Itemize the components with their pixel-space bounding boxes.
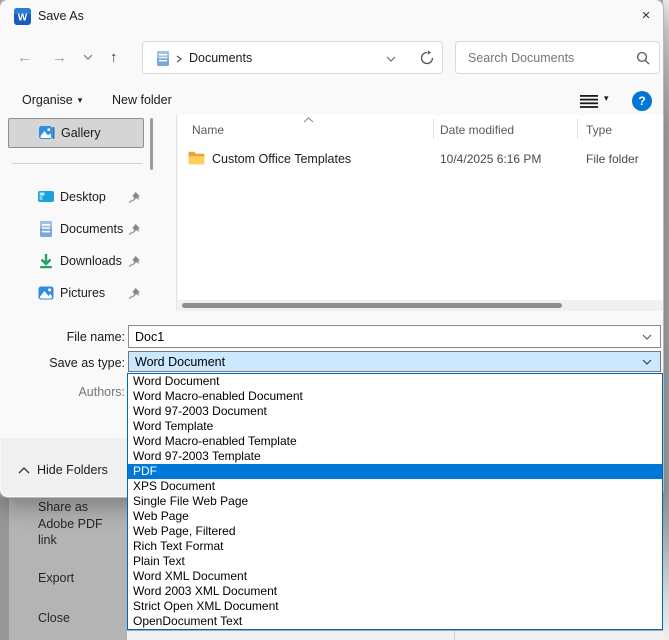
backstage-close[interactable]: Close [38,610,70,627]
dropdown-item[interactable]: OpenDocument Text [128,614,662,629]
sidebar-item-pictures[interactable]: Pictures [0,282,160,306]
sidebar-item-downloads[interactable]: Downloads [0,250,160,274]
pin-icon [128,288,140,300]
column-header-type[interactable]: Type [586,123,612,137]
title-bar: W Save As × [0,0,663,32]
search-icon[interactable] [636,51,650,65]
sidebar-item-label: Gallery [61,126,101,140]
up-icon[interactable]: ↑ [110,48,118,68]
file-name-label: File name: [66,330,125,344]
sidebar-item-label: Desktop [60,190,106,204]
dropdown-item[interactable]: Single File Web Page [128,494,662,509]
dropdown-item[interactable]: Word Macro-enabled Document [128,389,662,404]
dropdown-item[interactable]: Word Template [128,419,662,434]
authors-label: Authors: [78,385,125,399]
folder-icon [188,151,205,165]
search-box [455,41,660,74]
dropdown-item[interactable]: Word XML Document [128,569,662,584]
backstage-bottom-strip [127,631,663,640]
address-dropdown-chevron-icon[interactable] [386,56,396,62]
backstage-export[interactable]: Export [38,570,74,587]
file-row-date-modified[interactable]: 10/4/2025 6:16 PM [440,152,541,166]
file-list-background [178,115,663,311]
close-icon[interactable]: × [633,4,659,28]
file-name-chevron-icon[interactable] [642,334,652,340]
view-options-caret-icon[interactable]: ▾ [604,93,609,104]
sidebar-item-label: Documents [60,222,124,236]
pin-icon [128,224,140,236]
refresh-icon[interactable] [419,50,435,66]
dropdown-item[interactable]: Word 2003 XML Document [128,584,662,599]
file-row-type[interactable]: File folder [586,152,639,166]
dropdown-item[interactable]: Strict Open XML Document [128,599,662,614]
sidebar-item-documents[interactable]: Documents [0,218,160,242]
dropdown-item-selected[interactable]: PDF [128,464,662,479]
save-as-type-dropdown-list: Word Document Word Macro-enabled Documen… [127,373,663,630]
backstage-right-strip [663,0,669,640]
save-as-type-value: Word Document [135,355,226,369]
save-as-screen: Share as Adobe PDF link Export Close W S… [0,0,669,640]
dropdown-item[interactable]: Word 97-2003 Template [128,449,662,464]
column-header-name[interactable]: Name [192,123,224,137]
breadcrumb-chevron-icon [176,55,182,63]
save-as-type-combobox[interactable]: Word Document [128,351,661,372]
sidebar-item-gallery[interactable]: Gallery [8,118,144,148]
horizontal-scrollbar-thumb[interactable] [182,303,562,308]
svg-text:W: W [18,13,28,24]
column-header-date-modified[interactable]: Date modified [440,123,514,137]
chevron-up-icon[interactable] [18,467,30,474]
pin-icon [128,192,140,204]
view-details-icon[interactable] [580,95,598,108]
column-divider[interactable] [577,119,578,139]
organise-caret-icon: ▾ [77,95,83,105]
address-bar[interactable]: Documents [142,41,443,74]
sidebar-item-desktop[interactable]: Desktop [0,186,160,210]
horizontal-scrollbar[interactable] [178,300,663,311]
pin-icon [128,256,140,268]
sidebar-item-label: Downloads [60,254,122,268]
sidebar-item-label: Pictures [60,286,106,300]
backstage-edge [0,497,9,640]
dropdown-item[interactable]: XPS Document [128,479,662,494]
back-icon[interactable]: ← [17,48,32,68]
dropdown-item[interactable]: Word Document [128,374,662,389]
dropdown-item[interactable]: Plain Text [128,554,662,569]
file-row-name[interactable]: Custom Office Templates [212,152,351,166]
forward-icon[interactable]: → [52,48,67,68]
pane-divider [176,115,177,311]
save-as-type-label: Save as type: [49,356,125,370]
dropdown-item[interactable]: Rich Text Format [128,539,662,554]
dropdown-item[interactable]: Web Page, Filtered [128,524,662,539]
window-title: Save As [38,9,84,23]
pictures-icon [38,286,54,300]
downloads-icon [40,254,52,269]
save-as-type-chevron-icon[interactable] [642,359,652,365]
column-divider[interactable] [433,119,434,139]
sort-ascending-icon [303,117,314,123]
new-folder-button[interactable]: New folder [112,93,172,107]
dropdown-item[interactable]: Word 97-2003 Document [128,404,662,419]
desktop-icon [38,191,54,202]
breadcrumb[interactable]: Documents [189,51,252,65]
gallery-icon [39,126,55,139]
file-name-combobox [128,325,661,348]
backstage-panel: Share as Adobe PDF link Export Close [0,497,127,640]
documents-icon [40,221,52,237]
backstage-divider [454,631,455,640]
backstage-share-as-adobe-pdf-link[interactable]: Share as Adobe PDF link [38,499,118,549]
search-input[interactable] [458,44,628,71]
dropdown-item[interactable]: Web Page [128,509,662,524]
sidebar-separator [12,163,142,164]
dropdown-item[interactable]: Word Macro-enabled Template [128,434,662,449]
help-icon[interactable]: ? [632,91,652,111]
documents-folder-icon [157,51,169,66]
organise-label: Organise [22,93,73,107]
sidebar-scrollbar[interactable] [150,118,153,170]
recent-locations-chevron-icon[interactable] [83,54,93,60]
organise-button[interactable]: Organise ▾ [22,93,82,107]
word-app-icon: W [14,8,31,25]
hide-folders-button[interactable]: Hide Folders [37,463,108,477]
file-name-input[interactable] [129,326,635,347]
